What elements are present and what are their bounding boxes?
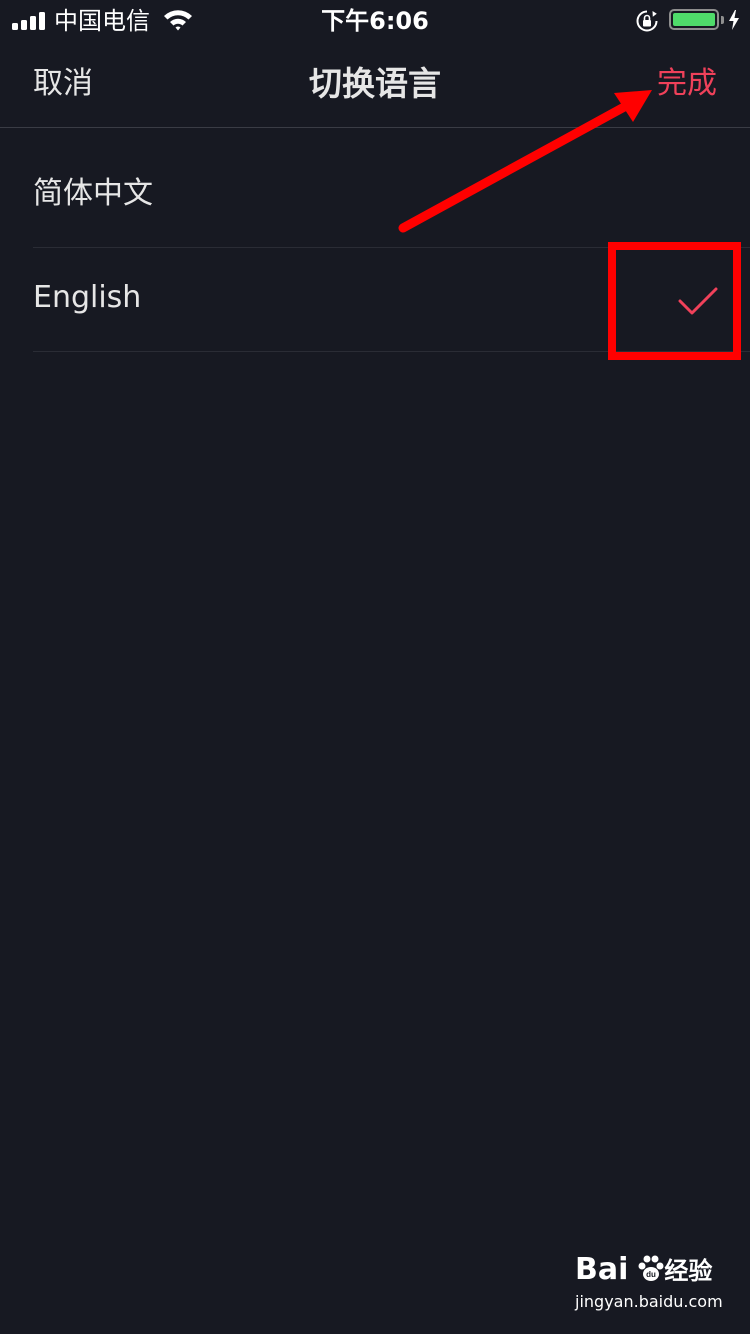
battery-level-fill: [673, 13, 715, 26]
language-option-simplified-chinese[interactable]: 简体中文: [33, 144, 750, 248]
battery-icon: [669, 9, 719, 30]
charging-icon: [729, 10, 739, 30]
battery-cap: [721, 16, 724, 24]
status-bar: 中国电信 下午6:06: [0, 0, 750, 40]
nav-bar: 取消 切换语言 完成: [0, 40, 750, 128]
language-option-english[interactable]: English: [33, 248, 750, 352]
done-button[interactable]: 完成: [657, 64, 717, 104]
language-label: English: [33, 280, 142, 315]
language-list: 简体中文 English: [0, 144, 750, 352]
checkmark-icon: [678, 287, 718, 315]
watermark-site: jingyan.baidu.com: [575, 1292, 723, 1311]
language-label: 简体中文: [33, 176, 153, 211]
svg-text:du: du: [646, 1270, 656, 1279]
orientation-lock-icon: [636, 10, 658, 32]
page-title: 切换语言: [309, 64, 441, 103]
baidu-jingyan-watermark: Bai 经验 du jingyan.baidu.com: [570, 1252, 723, 1322]
paw-icon: du: [638, 1255, 664, 1281]
